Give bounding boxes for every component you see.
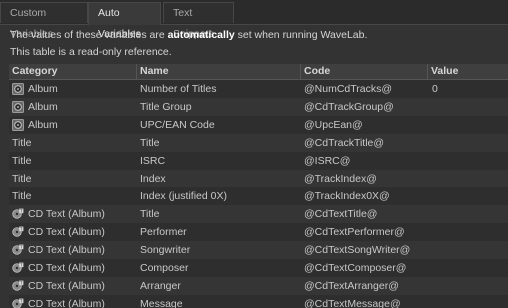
cell-value: [432, 259, 506, 277]
cell-code: @CdTextArranger@: [304, 279, 399, 292]
table-row[interactable]: T CD Text (Album) Songwriter @CdTextSongWri…: [9, 241, 508, 259]
cell-code: @CdTrackGroup@: [304, 100, 394, 113]
tab-custom-variables[interactable]: Custom Variables: [0, 2, 88, 40]
table-row[interactable]: T CD Text (Album) Message @CdTextMessage@: [9, 295, 508, 308]
cell-name: Composer: [140, 262, 189, 274]
cell-category: CD Text (Album): [28, 208, 105, 221]
cell-code: @CdTextSongWriter@: [304, 244, 411, 257]
cell-value: [432, 170, 506, 188]
cell-name: Title Group: [140, 100, 192, 113]
cell-code: @CdTextTitle@: [304, 208, 378, 221]
info-line-2: This table is a read-only reference.: [10, 46, 172, 58]
cell-category: Title: [12, 136, 32, 149]
svg-text:T: T: [20, 244, 23, 249]
info-text-bold: automatically: [167, 29, 235, 41]
cell-category: CD Text (Album): [28, 244, 105, 257]
table-row[interactable]: T CD Text (Album) Performer @CdTextPerforme…: [9, 223, 508, 241]
cell-name: Message: [140, 297, 183, 308]
cell-name: Title: [140, 136, 160, 149]
table-row[interactable]: Title Index @TrackIndex@: [9, 169, 508, 188]
cell-value: 0: [432, 83, 438, 95]
cell-value: [432, 295, 506, 308]
cell-value: [432, 152, 506, 170]
cell-category: Album: [28, 100, 58, 113]
cell-name: Songwriter: [140, 244, 191, 257]
cell-code: @TrackIndex0X@: [304, 190, 390, 203]
tab-auto-variables[interactable]: Auto Variables: [88, 2, 161, 40]
album-icon: [12, 100, 24, 113]
cell-name: Title: [140, 208, 160, 221]
cd-text-icon: T: [12, 280, 24, 292]
cell-name: Index: [140, 172, 166, 185]
cell-value: [432, 134, 506, 152]
cell-value: [432, 98, 506, 116]
column-header-category[interactable]: Category: [9, 64, 137, 79]
svg-text:T: T: [20, 209, 23, 214]
info-text-pre: The values of these variables are: [10, 29, 168, 41]
cell-category: Title: [12, 154, 32, 167]
table-row[interactable]: Album UPC/EAN Code @UpcEan@: [9, 116, 508, 134]
cd-text-icon: T: [12, 298, 24, 308]
cell-category: CD Text (Album): [28, 226, 105, 239]
cell-category: Album: [28, 83, 58, 95]
table-row[interactable]: T CD Text (Album) Composer @CdTextComposer@: [9, 259, 508, 277]
tab-text-snippets[interactable]: Text Snippets: [163, 2, 234, 40]
tab-bar: Custom Variables Auto Variables Text Sni…: [0, 0, 508, 40]
column-header-code[interactable]: Code: [301, 64, 428, 79]
cell-name: ISRC: [140, 154, 166, 167]
cell-code: @CdTextComposer@: [304, 262, 407, 274]
cell-code: @UpcEan@: [304, 118, 363, 131]
cell-code: @CdTrackTitle@: [304, 136, 385, 149]
auto-variables-table: Category Name Code Value Album Number of …: [9, 64, 508, 308]
column-header-value[interactable]: Value: [428, 64, 508, 79]
svg-text:T: T: [20, 280, 23, 285]
svg-text:T: T: [20, 227, 23, 232]
cell-name: Index (justified 0X): [140, 190, 227, 203]
cell-value: [432, 277, 506, 295]
cd-text-icon: T: [12, 262, 24, 274]
cell-value: [432, 187, 506, 205]
table-row[interactable]: Title Index (justified 0X) @TrackIndex0X@: [9, 187, 508, 205]
table-row[interactable]: Title Title @CdTrackTitle@: [9, 133, 508, 152]
info-text-post: set when running WaveLab.: [234, 29, 368, 41]
cd-text-icon: T: [12, 208, 24, 220]
cell-value: [432, 241, 506, 259]
table-header: Category Name Code Value: [9, 64, 508, 80]
album-icon: [12, 83, 24, 95]
cell-name: Performer: [140, 226, 187, 239]
column-header-name[interactable]: Name: [137, 64, 301, 79]
cell-name: UPC/EAN Code: [140, 118, 215, 131]
cell-value: [432, 116, 506, 134]
album-icon: [12, 118, 24, 131]
cd-text-icon: T: [12, 244, 24, 256]
cell-value: [432, 223, 506, 241]
cell-name: Arranger: [140, 279, 181, 292]
cell-code: @ISRC@: [304, 154, 351, 167]
cell-category: Title: [12, 190, 32, 203]
cell-code: @CdTextMessage@: [304, 297, 401, 308]
cell-name: Number of Titles: [140, 83, 217, 95]
cd-text-icon: T: [12, 226, 24, 238]
cell-value: [432, 205, 506, 223]
table-row[interactable]: T CD Text (Album) Title @CdTextTitle@: [9, 205, 508, 224]
table-row[interactable]: Album Number of Titles @NumCdTracks@ 0: [9, 80, 508, 98]
table-row[interactable]: Album Title Group @CdTrackGroup@: [9, 97, 508, 116]
svg-text:T: T: [20, 298, 23, 303]
cell-category: Album: [28, 118, 58, 131]
info-line-1: The values of these variables are automa…: [10, 29, 367, 41]
svg-text:T: T: [20, 262, 23, 267]
cell-code: @CdTextPerformer@: [304, 226, 405, 239]
table-row[interactable]: Title ISRC @ISRC@: [9, 152, 508, 170]
cell-code: @TrackIndex@: [304, 172, 377, 185]
cell-category: CD Text (Album): [28, 297, 105, 308]
cell-category: CD Text (Album): [28, 262, 105, 274]
cell-code: @NumCdTracks@: [304, 83, 393, 95]
cell-category: CD Text (Album): [28, 279, 105, 292]
table-row[interactable]: T CD Text (Album) Arranger @CdTextArranger@: [9, 276, 508, 295]
cell-category: Title: [12, 172, 32, 185]
